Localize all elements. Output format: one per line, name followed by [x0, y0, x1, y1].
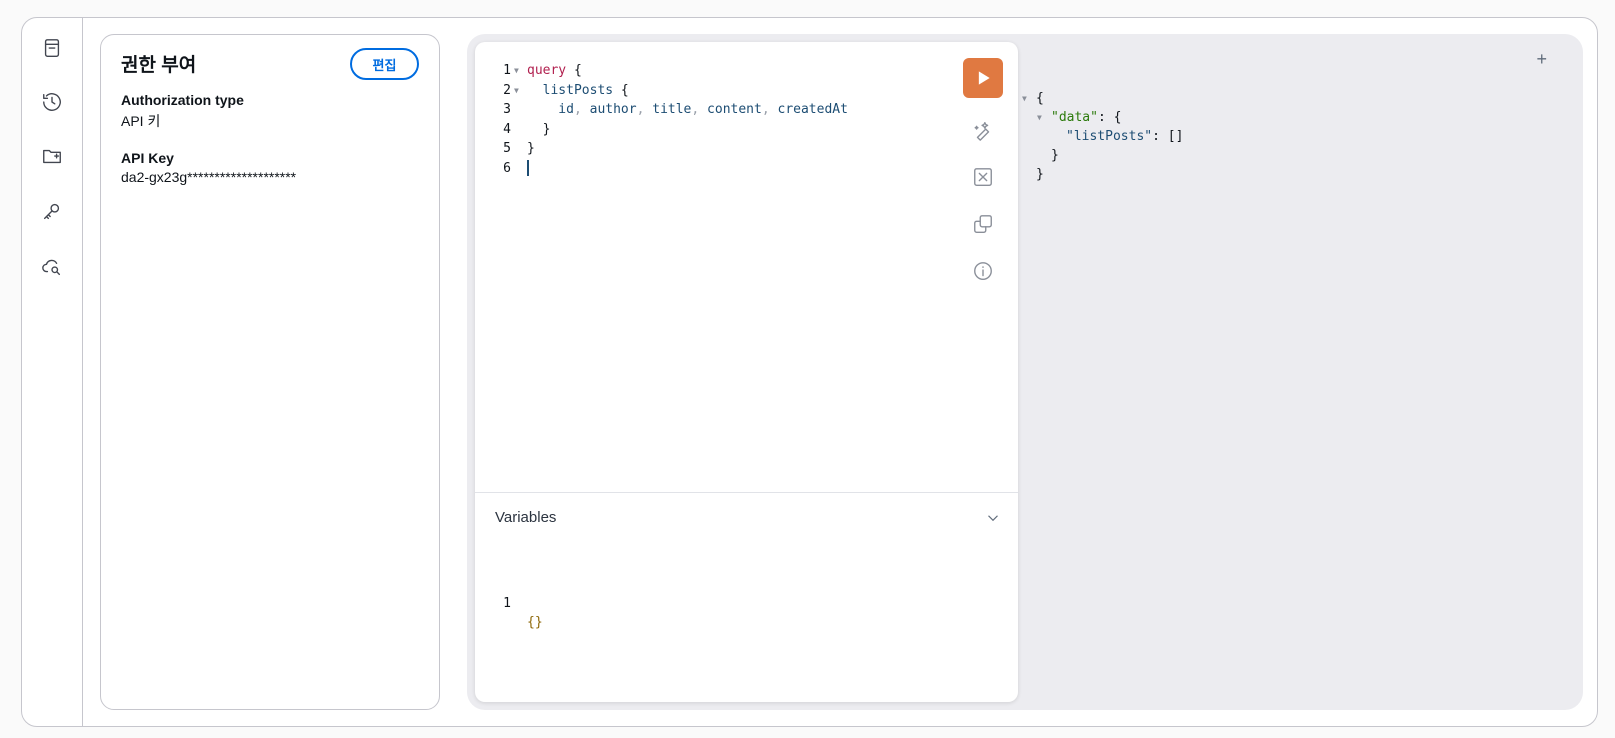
result-text: }: [1036, 165, 1044, 184]
line-number: 6: [503, 160, 511, 176]
variables-value: {}: [527, 615, 543, 630]
code-token: title: [652, 102, 692, 117]
document-icon[interactable]: [40, 36, 64, 60]
line-number: 3: [503, 102, 511, 117]
line-number: 5: [503, 141, 511, 156]
panel-title: 권한 부여: [121, 55, 197, 76]
code-token: {: [613, 82, 629, 98]
side-rail: [22, 18, 83, 726]
result-token: "listPosts": [1066, 129, 1153, 144]
variables-divider: [475, 492, 1018, 493]
result-token: : {: [1097, 110, 1122, 125]
result-text: }: [1051, 146, 1059, 165]
code-token: query: [527, 63, 567, 78]
code-token: listPosts: [527, 82, 614, 98]
code-token: }: [527, 121, 551, 137]
api-key-label: API Key: [121, 150, 174, 166]
line-number: 1: [503, 63, 511, 78]
api-key-value: da2-gx23g********************: [121, 169, 297, 185]
code-token: author: [589, 102, 637, 117]
variables-title[interactable]: Variables: [495, 501, 556, 534]
merge-icon[interactable]: [971, 165, 995, 189]
cloud-search-icon[interactable]: [40, 255, 64, 279]
code-text: id, author, title, content, createdAt: [527, 100, 848, 120]
code-token: ,: [691, 102, 708, 117]
auth-type-label: Authorization type: [121, 92, 244, 108]
chevron-down-icon[interactable]: [984, 509, 1002, 527]
code-token: ,: [636, 102, 653, 117]
fold-arrow-icon[interactable]: ▼: [1037, 108, 1042, 127]
fold-arrow-icon[interactable]: ▼: [514, 61, 519, 81]
authorization-panel: 권한 부여 편집 Authorization type API 키 API Ke…: [100, 34, 440, 710]
result-token: {: [1036, 91, 1044, 106]
edit-button[interactable]: 편집: [350, 48, 419, 80]
query-editor[interactable]: 1 ▼ query {2 ▼ listPosts {3 id, author, tit…: [475, 42, 1018, 702]
history-icon[interactable]: [40, 90, 64, 114]
code-text: }: [527, 120, 551, 140]
code-token: createdAt: [777, 102, 848, 117]
line-number: 1: [503, 595, 511, 611]
auth-type-value: API 키: [121, 113, 161, 129]
result-token: : []: [1152, 129, 1184, 144]
result-token: }: [1036, 167, 1044, 182]
code-token: content: [707, 102, 762, 117]
variables-editor[interactable]: 1 {}: [475, 574, 553, 631]
result-text: {: [1036, 89, 1044, 108]
code-token: ,: [573, 102, 590, 117]
line-number: 2: [503, 82, 511, 98]
result-token: }: [1051, 148, 1059, 163]
query-workspace: 1 ▼ query {2 ▼ listPosts {3 id, author, tit…: [467, 34, 1583, 710]
text-cursor: [527, 160, 529, 176]
add-tab-button[interactable]: +: [1536, 50, 1547, 68]
code-token: {: [566, 63, 582, 78]
code-token: }: [527, 141, 535, 156]
play-icon: [978, 71, 990, 85]
result-text: "listPosts": []: [1066, 127, 1183, 146]
run-query-button[interactable]: [963, 58, 1003, 98]
result-token: "data": [1051, 110, 1098, 125]
prettify-icon[interactable]: [971, 118, 995, 142]
code-token: id: [527, 102, 574, 117]
code-token: ,: [761, 102, 778, 117]
folder-add-icon[interactable]: [40, 144, 64, 168]
info-icon[interactable]: [971, 259, 995, 283]
app-frame: 권한 부여 편집 Authorization type API 키 API Ke…: [21, 17, 1598, 727]
key-icon[interactable]: [40, 199, 64, 223]
fold-arrow-icon[interactable]: ▼: [514, 81, 519, 101]
line-number: 4: [503, 121, 511, 137]
copy-icon[interactable]: [971, 212, 995, 236]
fold-arrow-icon[interactable]: ▼: [1022, 89, 1027, 108]
code-text: [527, 159, 529, 179]
result-text: "data": {: [1051, 108, 1121, 127]
code-text: }: [527, 139, 535, 159]
code-text: listPosts {: [527, 81, 629, 101]
code-text: query {: [527, 61, 582, 81]
